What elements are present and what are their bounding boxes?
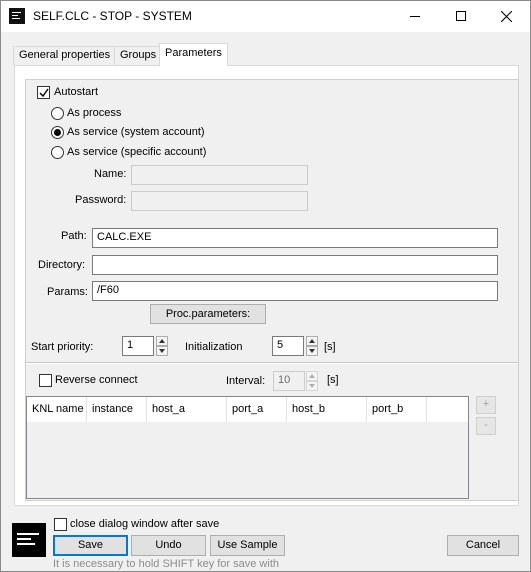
table-body[interactable] [27,422,468,498]
spin-down-button[interactable] [306,346,318,356]
spin-up-button[interactable] [306,336,318,346]
initialization-unit: [s] [324,341,336,353]
window-title: SELF.CLC - STOP - SYSTEM [33,9,192,23]
save-button[interactable]: Save [53,535,128,556]
radio-as-process-label[interactable]: As process [67,107,121,119]
radio-as-service-specific[interactable] [51,146,64,159]
column-header-knl-name[interactable]: KNL name [27,397,87,422]
spin-up-button[interactable] [156,336,168,346]
directory-label: Directory: [38,259,86,271]
name-field[interactable] [131,165,308,185]
radio-as-service-specific-label[interactable]: As service (specific account) [67,146,206,158]
checkmark-icon [39,88,49,98]
minimize-button[interactable] [392,1,438,32]
autostart-label[interactable]: Autostart [54,86,98,98]
column-header-instance[interactable]: instance [87,397,147,422]
spin-down-button[interactable] [306,381,318,391]
remove-row-button[interactable]: - [476,417,496,435]
table-header: KNL name instance host_a port_a host_b p… [27,397,468,422]
close-after-save-checkbox[interactable] [54,518,67,531]
close-button[interactable] [484,1,530,32]
connections-table[interactable]: KNL name instance host_a port_a host_b p… [26,396,469,499]
start-priority-label: Start priority: [31,341,94,353]
radio-as-service-system[interactable] [51,126,64,139]
tab-parameters[interactable]: Parameters [159,43,228,66]
arrow-down-icon [309,349,315,353]
dialog-window: SELF.CLC - STOP - SYSTEM General propert… [0,0,531,572]
close-after-save-label[interactable]: close dialog window after save [70,518,219,530]
arrow-up-icon [159,339,165,343]
password-field[interactable] [131,191,308,211]
spin-down-button[interactable] [156,346,168,356]
path-label: Path: [61,230,87,242]
params-label: Params: [47,286,88,298]
initialization-spinner[interactable] [306,336,318,356]
params-field[interactable]: /F60 [92,281,498,301]
name-label: Name: [94,168,127,180]
start-priority-field[interactable]: 1 [122,336,154,356]
spin-up-button[interactable] [306,371,318,381]
reverse-connect-label[interactable]: Reverse connect [55,374,138,386]
title-bar: SELF.CLC - STOP - SYSTEM [1,1,530,32]
initialization-label: Initialization [185,341,243,353]
arrow-down-icon [159,349,165,353]
column-header-host-b[interactable]: host_b [287,397,367,422]
initialization-field[interactable]: 5 [272,336,304,356]
tab-general-properties[interactable]: General properties [13,46,117,65]
column-header-port-a[interactable]: port_a [227,397,287,422]
interval-label: Interval: [226,375,266,387]
use-sample-button[interactable]: Use Sample [210,535,285,556]
autostart-checkbox[interactable] [37,86,50,99]
add-row-button[interactable]: + [476,396,496,414]
path-field[interactable]: CALC.EXE [92,228,498,248]
directory-field[interactable] [92,255,498,275]
interval-field[interactable]: 10 [273,371,305,391]
minimize-icon [410,16,420,17]
password-label: Password: [75,194,127,206]
close-icon [501,11,512,22]
maximize-button[interactable] [438,1,484,32]
column-header-port-b[interactable]: port_b [367,397,427,422]
interval-spinner[interactable] [306,371,318,391]
radio-as-service-system-label[interactable]: As service (system account) [67,126,205,138]
cancel-button[interactable]: Cancel [447,535,519,556]
arrow-up-icon [309,374,315,378]
maximize-icon [456,11,466,21]
undo-button[interactable]: Undo [131,535,206,556]
arrow-up-icon [309,339,315,343]
radio-as-process[interactable] [51,107,64,120]
column-header-host-a[interactable]: host_a [147,397,227,422]
proc-parameters-button[interactable]: Proc.parameters: [150,304,266,324]
section-divider [26,362,518,364]
start-priority-spinner[interactable] [156,336,168,356]
arrow-down-icon [309,384,315,388]
app-logo-icon [12,523,46,557]
app-icon [9,8,25,24]
interval-unit: [s] [327,374,339,386]
save-hint-text: It is necessary to hold SHIFT key for sa… [53,558,279,570]
tab-groups[interactable]: Groups [114,46,163,65]
reverse-connect-checkbox[interactable] [39,374,52,387]
